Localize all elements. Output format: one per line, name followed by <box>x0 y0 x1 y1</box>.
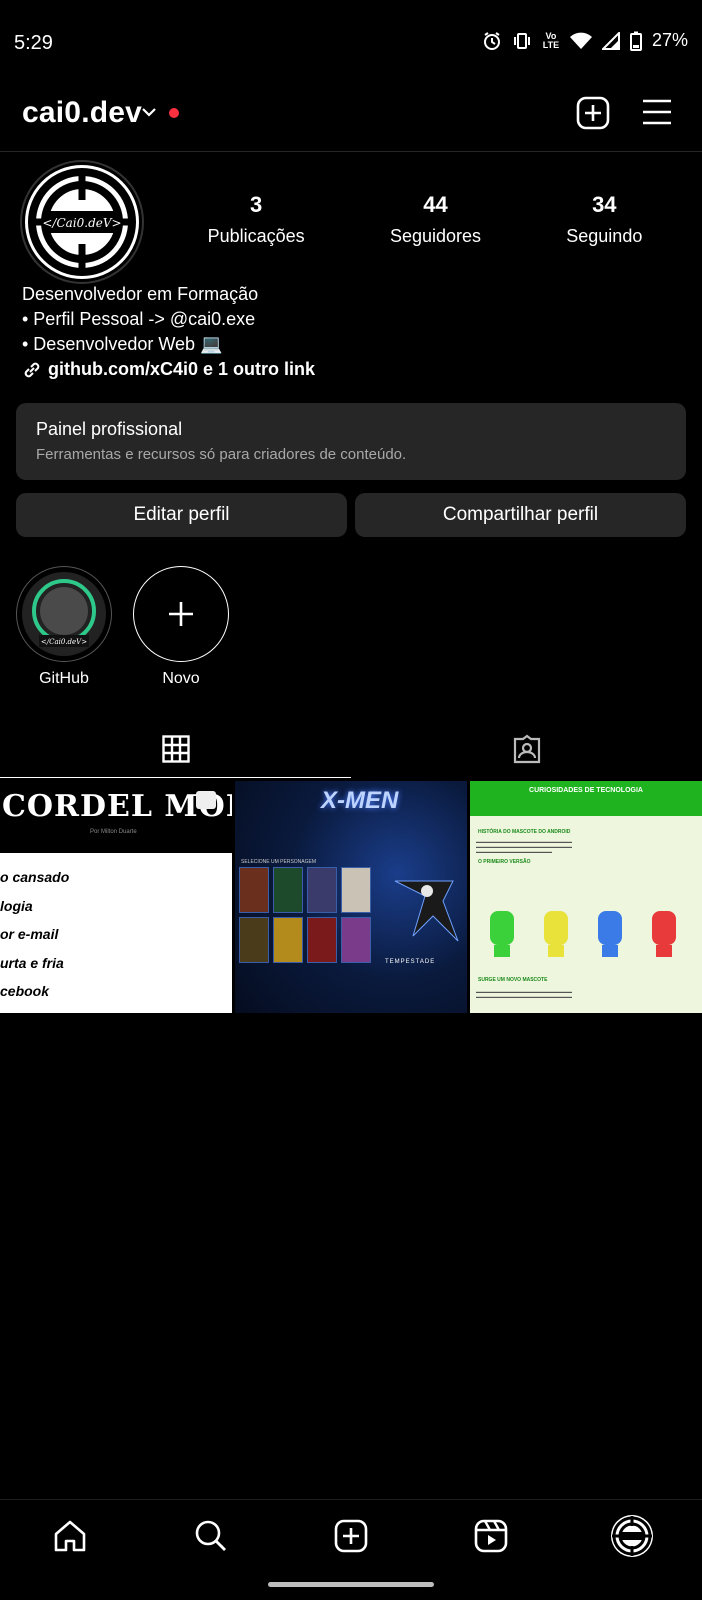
bio-link-text: github.com/xC4i0 e 1 outro link <box>48 359 316 379</box>
status-bar: 5:29 Vo LTE 27% <box>0 0 702 88</box>
post-heading: SURGE UM NOVO MASCOTE <box>478 977 548 983</box>
alarm-icon <box>483 31 500 50</box>
wifi-icon <box>569 32 592 49</box>
bio-line: • Desenvolvedor Web 💻 <box>22 334 223 354</box>
pro-panel-subtitle: Ferramentas e recursos só para criadores… <box>36 446 407 463</box>
home-icon <box>54 1520 86 1551</box>
posts-grid: CORDEL MODERNO Por Milton Duarte o cansa… <box>0 781 702 1013</box>
professional-dashboard[interactable]: Painel profissional Ferramentas e recurs… <box>16 403 686 480</box>
bio-link[interactable]: github.com/xC4i0 e 1 outro link <box>22 357 315 382</box>
highlight-github[interactable]: </Cai0.deV> GitHub <box>16 566 112 688</box>
post-body-text: ▬▬▬▬▬▬▬▬▬▬▬▬▬▬▬▬▬▬▬▬▬▬▬▬ ▬▬▬▬▬▬▬▬▬▬▬▬▬▬▬▬… <box>476 839 572 854</box>
post-heading: O PRIMEIRO VERSÃO <box>478 859 531 865</box>
post-logo: X-MEN <box>321 787 399 814</box>
highlight-cover: </Cai0.deV> <box>16 566 112 662</box>
character-tiles <box>239 867 371 963</box>
stat-posts-label: Publicações <box>207 226 305 246</box>
pro-panel-title: Painel profissional <box>36 419 183 439</box>
character-art <box>394 880 459 942</box>
home-indicator[interactable] <box>268 1582 434 1587</box>
profile-bio: Desenvolvedor em Formação • Perfil Pesso… <box>22 282 315 382</box>
menu-icon[interactable] <box>642 98 672 126</box>
nav-profile[interactable] <box>602 1506 662 1566</box>
post-thumbnail[interactable]: CURIOSIDADES DE TECNOLOGIA HISTÓRIA DO M… <box>470 781 702 1013</box>
notification-dot <box>169 108 179 118</box>
tab-tagged[interactable] <box>351 720 702 778</box>
highlight-label: GitHub <box>39 670 89 687</box>
profile-avatar-icon <box>610 1514 653 1557</box>
android-mascots <box>490 911 676 957</box>
tab-posts-grid[interactable] <box>0 720 351 778</box>
avatar-text: </Cai0.deV> <box>42 216 121 230</box>
character-name: TEMPESTADE <box>385 959 436 965</box>
svg-text:</Cai0.deV>: </Cai0.deV> <box>41 638 87 646</box>
stat-followers[interactable]: 44 Seguidores <box>390 192 481 247</box>
stat-following-value: 34 <box>592 192 617 217</box>
bottom-navigation <box>0 1499 702 1571</box>
highlight-new[interactable]: Novo <box>133 566 229 688</box>
carousel-icon <box>196 791 216 809</box>
highlight-label: Novo <box>162 670 200 687</box>
stat-followers-value: 44 <box>423 192 448 217</box>
grid-icon <box>161 734 190 763</box>
post-heading: HISTÓRIA DO MASCOTE DO ANDROID <box>478 829 571 835</box>
nav-create[interactable] <box>321 1506 381 1566</box>
signal-icon <box>601 31 620 50</box>
battery-icon <box>629 31 642 51</box>
link-icon <box>24 362 40 377</box>
stat-following[interactable]: 34 Seguindo <box>566 192 642 247</box>
create-post-icon[interactable] <box>576 96 610 130</box>
post-thumbnail[interactable]: X-MEN SELECIONE UM PERSONAGEM TEMPESTADE <box>235 781 467 1013</box>
tagged-person-icon <box>513 734 540 764</box>
reels-icon <box>475 1519 508 1552</box>
bio-line: • Perfil Pessoal -> @cai0.exe <box>22 309 256 329</box>
plus-icon <box>169 602 193 626</box>
post-title: CURIOSIDADES DE TECNOLOGIA <box>470 781 702 816</box>
profile-actions: Editar perfil Compartilhar perfil <box>16 493 686 537</box>
vibrate-icon <box>513 32 530 49</box>
stat-posts-value: 3 <box>250 192 263 217</box>
create-icon <box>334 1519 368 1552</box>
post-thumbnail[interactable]: CORDEL MODERNO Por Milton Duarte o cansa… <box>0 781 232 1013</box>
profile-avatar[interactable]: </Cai0.deV> <box>22 162 142 282</box>
nav-home[interactable] <box>40 1506 100 1566</box>
status-icons: Vo LTE 27% <box>482 30 688 51</box>
stat-posts[interactable]: 3 Publicações <box>208 192 305 247</box>
post-byline: Por Milton Duarte <box>90 829 137 835</box>
profile-header: cai0.dev <box>0 88 702 152</box>
share-profile-button[interactable]: Compartilhar perfil <box>355 493 686 537</box>
post-caption: SELECIONE UM PERSONAGEM <box>241 859 317 865</box>
stat-following-label: Seguindo <box>566 226 643 246</box>
bio-line: Desenvolvedor em Formação <box>22 284 259 304</box>
stat-followers-label: Seguidores <box>389 226 482 246</box>
volte-icon: Vo LTE <box>542 30 560 50</box>
post-text-lines: o cansado logia or e-mail urta e fria ce… <box>0 869 70 999</box>
nav-reels[interactable] <box>461 1506 521 1566</box>
profile-tabs <box>0 720 702 778</box>
chevron-down-icon[interactable] <box>141 104 157 120</box>
edit-profile-button[interactable]: Editar perfil <box>16 493 347 537</box>
account-switcher-username[interactable]: cai0.dev <box>22 96 142 130</box>
nav-search[interactable] <box>181 1506 241 1566</box>
profile-stats: 3 Publicações 44 Seguidores 34 Seguindo <box>165 192 685 247</box>
battery-percent: 27% <box>651 30 688 50</box>
status-time: 5:29 <box>14 32 53 54</box>
search-icon <box>195 1520 226 1551</box>
new-highlight-circle <box>133 566 229 662</box>
